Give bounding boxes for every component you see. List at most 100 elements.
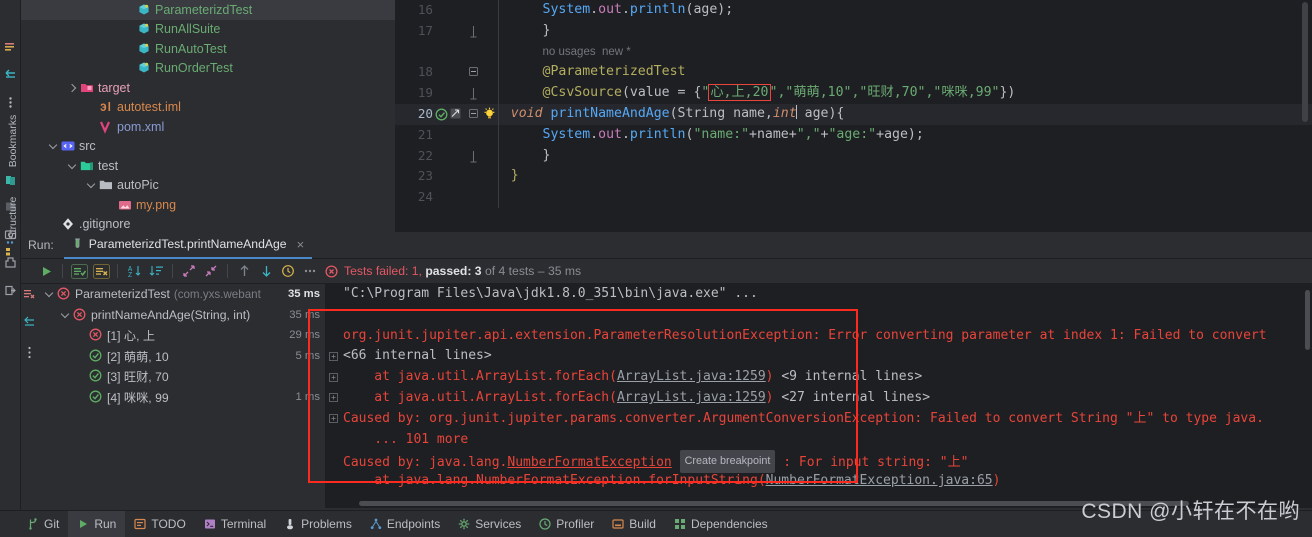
project-tree-item[interactable]: target (21, 78, 395, 98)
rerun-icon[interactable] (35, 261, 57, 281)
code-line[interactable]: 24 (395, 187, 1312, 208)
status-bar-item-label: Build (629, 517, 656, 531)
status-failed-count: 1 (411, 264, 419, 278)
run-test-gutter-icon[interactable] (435, 108, 448, 121)
previous-failure-icon[interactable] (233, 261, 255, 281)
rerun-rail-icon[interactable] (4, 40, 17, 53)
show-ignored-side-icon[interactable] (23, 288, 36, 301)
fold-gutter-icon[interactable] (469, 25, 478, 38)
chevron-down-icon[interactable] (67, 160, 78, 171)
show-passed-icon[interactable] (68, 261, 90, 281)
expand-stacktrace-icon[interactable]: + (329, 372, 338, 382)
test-tree-row[interactable]: [3] 旺财, 70 (38, 366, 325, 387)
console-horizontal-scrollbar[interactable] (359, 501, 1189, 506)
code-line[interactable]: 22 } (395, 145, 1312, 167)
status-bar-item-terminal[interactable]: Terminal (195, 511, 275, 537)
code-text: @ParameterizedTest (542, 64, 686, 80)
more-rail-icon[interactable] (4, 96, 17, 109)
status-bar-item-services[interactable]: Services (449, 511, 530, 537)
console-output[interactable]: "C:\Program Files\Java\jdk1.8.0_351\bin\… (325, 284, 1312, 508)
fold-gutter-icon[interactable] (469, 108, 478, 118)
code-line[interactable]: 19 @CsvSource(value = {"心,上,20","萌萌,10",… (395, 83, 1312, 104)
test-results-tree[interactable]: ParameterizdTest (com.yxs.webant 35 ms prin… (38, 284, 325, 508)
status-bar-item-dependencies[interactable]: Dependencies (665, 511, 777, 537)
code-line[interactable]: no usages new * (395, 41, 1312, 63)
project-tree-item[interactable]: autoPic (21, 176, 395, 196)
project-tree-item[interactable]: test (21, 156, 395, 176)
fold-gutter-icon[interactable] (469, 67, 478, 77)
intention-bulb-icon[interactable] (483, 107, 496, 121)
next-failure-icon[interactable] (255, 261, 277, 281)
project-tree-item-label: pom.xml (117, 119, 165, 134)
code-line[interactable]: 18 @ParameterizedTest (395, 62, 1312, 84)
test-tree-row[interactable]: [1] 心, 上 29 ms (38, 325, 325, 346)
chevron-down-icon[interactable] (44, 289, 55, 300)
sort-by-duration-icon[interactable] (145, 261, 167, 281)
editor-vertical-scrollbar[interactable] (1302, 2, 1308, 122)
project-tree-item-label: autoPic (117, 178, 159, 192)
dots-rail-icon[interactable] (4, 236, 17, 249)
fold-gutter-icon[interactable] (469, 150, 478, 163)
code-editor[interactable]: 16 System.out.println(age); 17 } no usage… (395, 0, 1312, 232)
project-tree-item[interactable]: .gitignore (21, 215, 395, 233)
test-passed-icon (89, 369, 103, 383)
project-tree-item[interactable]: RunAllSuite (21, 20, 395, 40)
more-options-icon[interactable] (299, 261, 321, 281)
code-line[interactable]: 16 System.out.println(age); (395, 0, 1312, 21)
expand-all-icon[interactable] (178, 261, 200, 281)
project-tree-item[interactable]: RunOrderTest (21, 59, 395, 79)
test-duration: 1 ms (295, 390, 320, 403)
code-line[interactable]: 23 } (395, 166, 1312, 188)
status-bar-item-build[interactable]: Build (603, 511, 665, 537)
code-text: } (542, 147, 551, 163)
expand-stacktrace-icon[interactable]: + (329, 351, 338, 361)
status-bar-item-todo[interactable]: TODO (125, 511, 194, 537)
todo-icon (134, 518, 146, 530)
console-vertical-scrollbar[interactable] (1305, 290, 1310, 350)
bookmarks-icon[interactable] (4, 174, 17, 187)
project-tree-panel[interactable]: ParameterizdTest RunAllSuite RunAutoTest Ru… (21, 0, 395, 232)
project-tree-item[interactable]: src (21, 137, 395, 157)
test-tree-row[interactable]: [4] 咪咪, 99 1 ms (38, 387, 325, 408)
console-line: "C:\Program Files\Java\jdk1.8.0_351\bin\… (343, 286, 758, 301)
sort-alphabetically-icon[interactable]: AZ (123, 261, 145, 281)
chevron-down-icon[interactable] (60, 309, 71, 320)
test-failed-icon (73, 308, 87, 322)
code-line[interactable]: 21 System.out.println("name:"+name+","+"… (395, 124, 1312, 146)
chevron-right-icon[interactable] (67, 82, 78, 93)
status-bar-item-run[interactable]: Run (68, 510, 126, 537)
exit-rail-icon[interactable] (4, 284, 17, 297)
run-play-icon (77, 518, 89, 530)
expand-stacktrace-icon[interactable]: + (329, 414, 338, 424)
code-line[interactable]: 17 } (395, 20, 1312, 42)
flow-side-icon[interactable] (23, 316, 36, 329)
expand-stacktrace-icon[interactable]: + (329, 393, 338, 403)
fold-gutter-icon[interactable] (469, 88, 478, 100)
status-bar-item-git[interactable]: Git (18, 511, 68, 537)
status-bar-item-problems[interactable]: Problems (275, 511, 361, 537)
close-icon[interactable]: × (297, 237, 305, 252)
test-tree-row[interactable]: printNameAndAge(String, int) 35 ms (38, 305, 325, 326)
more-side-icon[interactable] (25, 346, 34, 359)
project-tree-item[interactable]: RunAutoTest (21, 39, 395, 59)
chevron-down-icon[interactable] (48, 141, 59, 152)
collapse-all-icon[interactable] (200, 261, 222, 281)
project-tree-item[interactable]: Эautotest.iml (21, 98, 395, 118)
project-tree-item[interactable]: ParameterizdTest (21, 0, 395, 20)
chevron-down-icon[interactable] (86, 180, 97, 191)
history-icon[interactable] (277, 261, 299, 281)
rail-label-bookmarks[interactable]: Bookmarks (7, 111, 19, 171)
code-line[interactable]: 20 void printNameAndAge(String name,int … (395, 103, 1312, 125)
run-config-gutter-icon[interactable] (450, 108, 461, 119)
test-tree-row[interactable]: ParameterizdTest (com.yxs.webant 35 ms (38, 284, 325, 305)
show-ignored-icon[interactable] (90, 261, 112, 281)
test-tree-label: printNameAndAge(String, int) (91, 307, 251, 322)
run-tab[interactable]: ParameterizdTest.printNameAndAge × (63, 231, 313, 259)
status-bar-item-endpoints[interactable]: Endpoints (361, 511, 449, 537)
project-tree-item-label: RunAllSuite (155, 22, 221, 36)
flow-rail-icon[interactable] (4, 68, 17, 81)
status-bar-item-profiler[interactable]: Profiler (530, 511, 603, 537)
test-tree-row[interactable]: [2] 萌萌, 10 5 ms (38, 346, 325, 367)
project-tree-item[interactable]: pom.xml (21, 117, 395, 137)
project-tree-item[interactable]: my.png (21, 195, 395, 215)
